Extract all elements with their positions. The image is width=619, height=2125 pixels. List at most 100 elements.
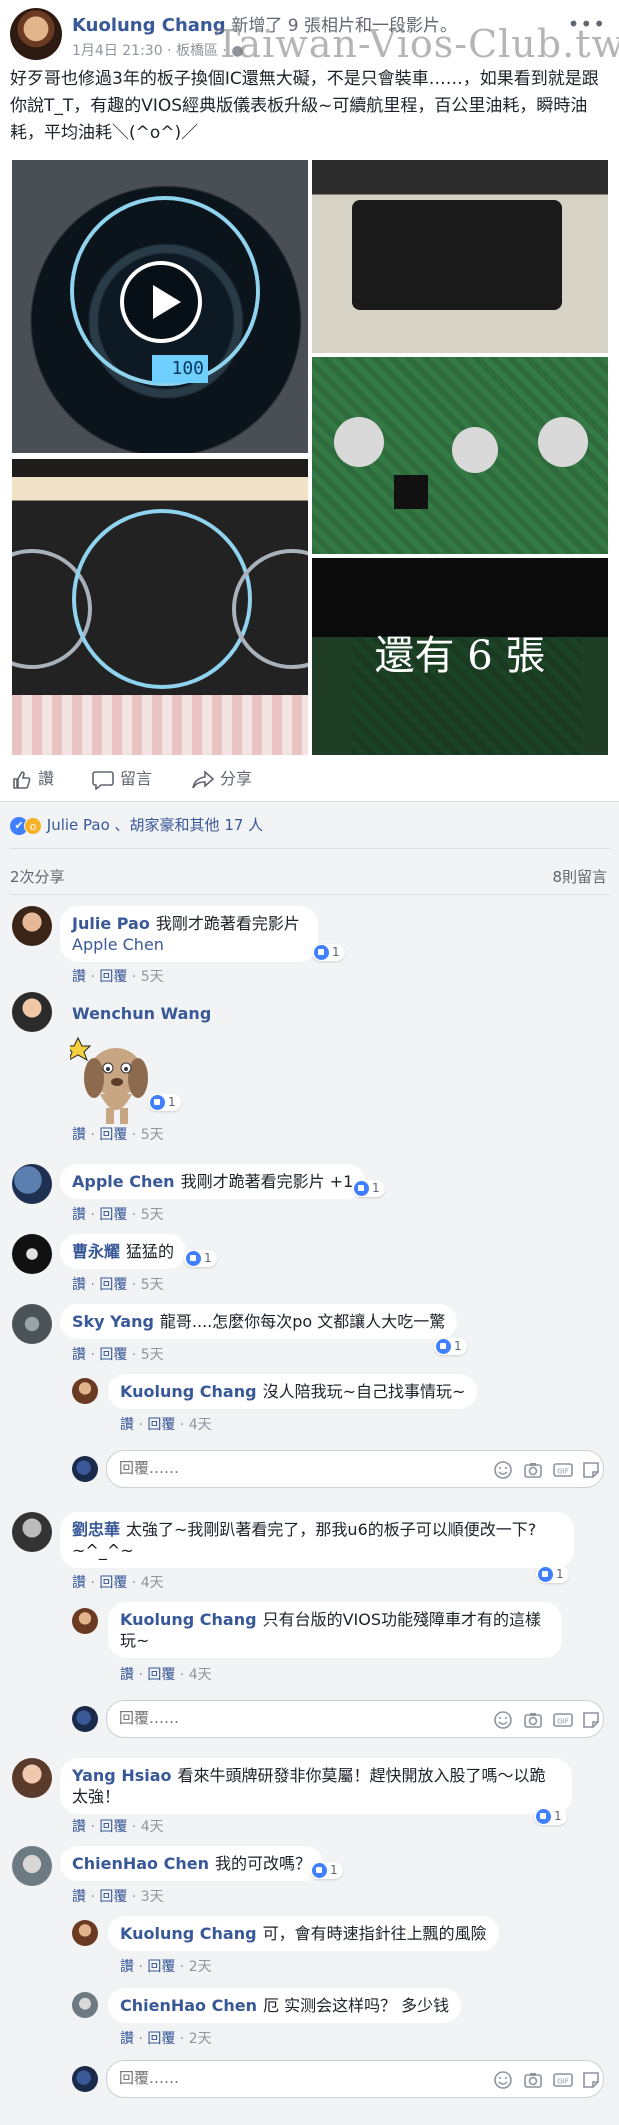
comment-reply-link[interactable]: 回覆 bbox=[99, 1575, 127, 1591]
comment-like-count[interactable]: 1 bbox=[310, 1862, 343, 1879]
comment-reply-link[interactable]: 回覆 bbox=[99, 1347, 127, 1363]
comment-like-count[interactable]: 1 bbox=[434, 1338, 467, 1355]
reply-input[interactable] bbox=[119, 1709, 419, 1727]
comment-time[interactable]: 5天 bbox=[141, 1207, 164, 1223]
comment-time[interactable]: 4天 bbox=[189, 1417, 212, 1433]
commenter-name[interactable]: Apple Chen bbox=[72, 1172, 175, 1191]
share-count[interactable]: 2次分享 bbox=[10, 866, 65, 887]
comment-like-count[interactable]: 1 bbox=[312, 944, 345, 961]
comment-count[interactable]: 8則留言 bbox=[552, 866, 607, 887]
commenter-name[interactable]: 劉忠華 bbox=[72, 1520, 120, 1539]
comment-like-link[interactable]: 讚 bbox=[120, 2031, 134, 2047]
reply-avatar[interactable] bbox=[72, 1992, 98, 2018]
author-name[interactable]: Kuolung Chang bbox=[72, 15, 226, 36]
reply-author[interactable]: ChienHao Chen bbox=[120, 1996, 257, 2015]
comment-reply-link[interactable]: 回覆 bbox=[99, 969, 127, 985]
play-icon[interactable] bbox=[120, 261, 202, 343]
comment-like-link[interactable]: 讚 bbox=[72, 1127, 86, 1143]
commenter-avatar[interactable] bbox=[12, 1758, 52, 1798]
camera-icon[interactable] bbox=[523, 1710, 543, 1730]
comment-time[interactable]: 4天 bbox=[141, 1819, 164, 1835]
reply-author[interactable]: Kuolung Chang bbox=[120, 1610, 257, 1629]
photo-cluster-back[interactable] bbox=[312, 160, 608, 353]
comment-like-link[interactable]: 讚 bbox=[72, 1889, 86, 1905]
photo-dashboard[interactable] bbox=[12, 459, 308, 755]
commenter-name[interactable]: Yang Hsiao bbox=[72, 1766, 172, 1785]
comment-time[interactable]: 3天 bbox=[141, 1889, 164, 1905]
comment-like-count[interactable]: 1 bbox=[352, 1180, 385, 1197]
reaction-summary[interactable]: ✔ o Julie Pao 、胡家豪和其他 17 人 bbox=[10, 814, 263, 835]
commenter-name[interactable]: Sky Yang bbox=[72, 1312, 154, 1331]
commenter-name[interactable]: ChienHao Chen bbox=[72, 1854, 209, 1873]
comment-time[interactable]: 2天 bbox=[189, 2031, 212, 2047]
photo-circuit-board[interactable] bbox=[312, 357, 608, 554]
commenter-avatar[interactable] bbox=[12, 906, 52, 946]
share-button[interactable]: 分享 bbox=[192, 766, 252, 792]
comment-reply-link[interactable]: 回覆 bbox=[99, 1277, 127, 1293]
reply-input[interactable] bbox=[119, 1459, 419, 1477]
commenter-name[interactable]: Wenchun Wang bbox=[72, 1004, 211, 1023]
sticker-icon[interactable] bbox=[581, 1460, 601, 1480]
like-button[interactable]: 讚 bbox=[12, 766, 54, 792]
reply-author[interactable]: Kuolung Chang bbox=[120, 1382, 257, 1401]
sticker-icon[interactable] bbox=[581, 2070, 601, 2090]
reply-avatar[interactable] bbox=[72, 1608, 98, 1634]
comment-like-link[interactable]: 讚 bbox=[120, 1959, 134, 1975]
photo-more[interactable]: 還有 6 張 bbox=[312, 558, 608, 755]
comment-like-link[interactable]: 讚 bbox=[72, 1819, 86, 1835]
tagged-user[interactable]: Apple Chen bbox=[72, 935, 164, 954]
comment-button[interactable]: 留言 bbox=[92, 766, 152, 792]
gif-icon[interactable]: GIF bbox=[553, 1710, 573, 1730]
emoji-icon[interactable] bbox=[493, 2070, 513, 2090]
comment-like-link[interactable]: 讚 bbox=[120, 1667, 134, 1683]
post-location[interactable]: 板橋區 bbox=[176, 43, 218, 59]
comment-like-count[interactable]: 1 bbox=[534, 1808, 567, 1825]
author-avatar[interactable] bbox=[10, 8, 62, 60]
more-photos-overlay[interactable]: 還有 6 張 bbox=[312, 558, 608, 755]
reply-author[interactable]: Kuolung Chang bbox=[120, 1924, 257, 1943]
commenter-avatar[interactable] bbox=[12, 1164, 52, 1204]
commenter-avatar[interactable] bbox=[12, 1234, 52, 1274]
post-date[interactable]: 1月4日 21:30 bbox=[72, 43, 163, 59]
comment-time[interactable]: 4天 bbox=[189, 1667, 212, 1683]
comment-like-count[interactable]: 1 bbox=[184, 1250, 217, 1267]
camera-icon[interactable] bbox=[523, 1460, 543, 1480]
comment-like-count[interactable]: 1 bbox=[148, 1094, 181, 1111]
comment-time[interactable]: 5天 bbox=[141, 1127, 164, 1143]
gif-icon[interactable]: GIF bbox=[553, 1460, 573, 1480]
comment-time[interactable]: 5天 bbox=[141, 1347, 164, 1363]
comment-time[interactable]: 5天 bbox=[141, 969, 164, 985]
video-thumbnail[interactable]: 100 bbox=[12, 160, 308, 453]
commenter-avatar[interactable] bbox=[12, 992, 52, 1032]
comment-time[interactable]: 2天 bbox=[189, 1959, 212, 1975]
comment-reply-link[interactable]: 回覆 bbox=[147, 1417, 175, 1433]
comment-reply-link[interactable]: 回覆 bbox=[99, 1819, 127, 1835]
commenter-name[interactable]: 曹永耀 bbox=[72, 1242, 120, 1261]
emoji-icon[interactable] bbox=[493, 1710, 513, 1730]
sticker-icon[interactable] bbox=[581, 1710, 601, 1730]
comment-like-count[interactable]: 1 bbox=[536, 1566, 569, 1583]
emoji-icon[interactable] bbox=[493, 1460, 513, 1480]
comment-reply-link[interactable]: 回覆 bbox=[147, 1667, 175, 1683]
comment-reply-link[interactable]: 回覆 bbox=[99, 1207, 127, 1223]
comment-like-link[interactable]: 讚 bbox=[120, 1417, 134, 1433]
comment-time[interactable]: 5天 bbox=[141, 1277, 164, 1293]
comment-like-link[interactable]: 讚 bbox=[72, 1277, 86, 1293]
comment-reply-link[interactable]: 回覆 bbox=[147, 2031, 175, 2047]
comment-like-link[interactable]: 讚 bbox=[72, 1575, 86, 1591]
reply-input[interactable] bbox=[119, 2069, 419, 2087]
comment-like-link[interactable]: 讚 bbox=[72, 1207, 86, 1223]
comment-reply-link[interactable]: 回覆 bbox=[99, 1127, 127, 1143]
comment-like-link[interactable]: 讚 bbox=[72, 1347, 86, 1363]
commenter-name[interactable]: Julie Pao bbox=[72, 914, 150, 933]
reply-avatar[interactable] bbox=[72, 1920, 98, 1946]
camera-icon[interactable] bbox=[523, 2070, 543, 2090]
comment-reply-link[interactable]: 回覆 bbox=[147, 1959, 175, 1975]
commenter-avatar[interactable] bbox=[12, 1304, 52, 1344]
comment-like-link[interactable]: 讚 bbox=[72, 969, 86, 985]
commenter-avatar[interactable] bbox=[12, 1512, 52, 1552]
reply-avatar[interactable] bbox=[72, 1378, 98, 1404]
comment-time[interactable]: 4天 bbox=[141, 1575, 164, 1591]
commenter-avatar[interactable] bbox=[12, 1846, 52, 1886]
comment-reply-link[interactable]: 回覆 bbox=[99, 1889, 127, 1905]
